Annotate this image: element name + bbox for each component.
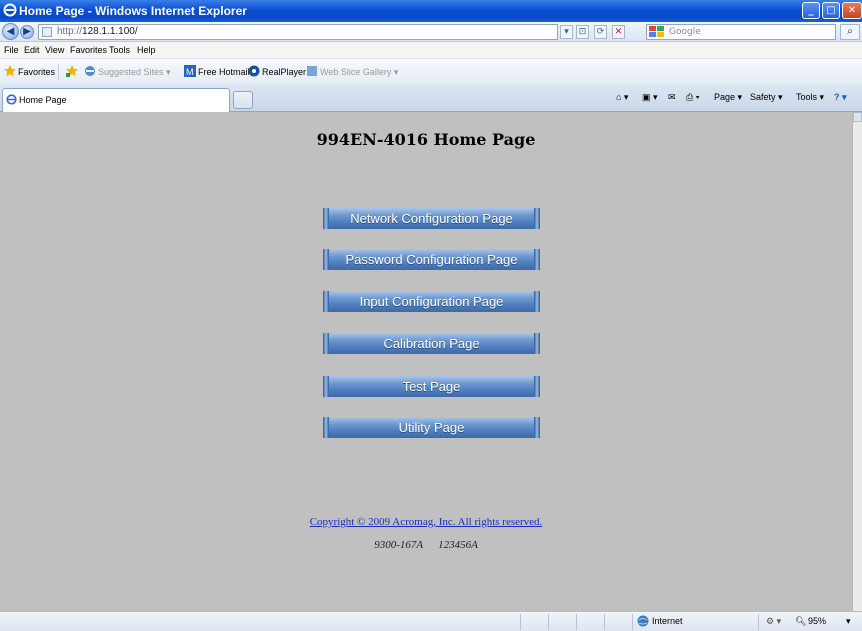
version-firmware: 9300-167A — [374, 539, 424, 551]
zoom-icon[interactable]: 🔍︎ — [795, 616, 806, 627]
realplayer-link[interactable]: RealPlayer — [262, 67, 306, 77]
suggested-sites-icon — [85, 66, 95, 76]
protected-mode-icon[interactable]: ⚙ ▾ — [766, 616, 781, 627]
tab-home-page[interactable]: Home Page — [2, 88, 230, 112]
google-icon — [649, 26, 664, 37]
web-slice-gallery-link[interactable]: Web Slice Gallery ▾ — [320, 67, 398, 78]
address-dropdown-button[interactable]: ▾ — [560, 25, 573, 39]
tab-row: Home Page ⌂ ▾ ▣ ▾ ✉ ⎙ ▾ Page ▾ Safety ▾ … — [0, 84, 862, 112]
free-hotmail-link[interactable]: Free Hotmail — [198, 67, 250, 77]
print-icon[interactable]: ⎙ ▾ — [686, 92, 699, 103]
minimize-button[interactable]: _ — [802, 2, 820, 19]
ie-page-icon — [6, 94, 17, 105]
version-info: 9300-167A 123456A — [0, 539, 852, 551]
compatibility-view-icon[interactable]: ⊡ — [576, 25, 589, 39]
refresh-icon[interactable]: ⟳ — [594, 25, 607, 39]
menu-view[interactable]: View — [45, 45, 64, 55]
feeds-icon[interactable]: ▣ ▾ — [642, 92, 658, 103]
network-configuration-button[interactable]: Network Configuration Page — [323, 208, 540, 229]
back-button[interactable]: ◀ — [2, 23, 19, 40]
search-icon[interactable]: ⌕ — [840, 24, 860, 40]
menu-favorites[interactable]: Favorites — [70, 45, 107, 55]
new-tab-button[interactable] — [233, 91, 253, 109]
calibration-button[interactable]: Calibration Page — [323, 333, 540, 354]
help-icon[interactable]: ? ▾ — [834, 92, 847, 103]
globe-icon — [637, 615, 649, 627]
maximize-button[interactable]: □ — [822, 2, 840, 19]
safety-menu[interactable]: Safety ▾ — [750, 92, 783, 103]
zoom-level[interactable]: 95% — [808, 616, 826, 626]
hotmail-icon: M — [184, 65, 196, 77]
close-button[interactable]: ✕ — [842, 2, 862, 19]
menu-edit[interactable]: Edit — [24, 45, 40, 55]
version-serial: 123456A — [438, 539, 478, 551]
svg-text:M: M — [186, 67, 194, 77]
read-mail-icon[interactable]: ✉ — [668, 92, 676, 103]
forward-button[interactable]: ▶ — [20, 25, 34, 39]
security-zone: Internet — [652, 616, 683, 626]
menu-bar: File Edit View Favorites Tools Help — [0, 42, 862, 58]
password-configuration-button[interactable]: Password Configuration Page — [323, 249, 540, 270]
window-title: Home Page - Windows Internet Explorer — [19, 4, 247, 18]
address-input[interactable]: http://128.1.1.100/ — [38, 24, 558, 40]
stop-icon[interactable]: ✕ — [612, 25, 625, 39]
copyright-link[interactable]: Copyright © 2009 Acromag, Inc. All right… — [0, 516, 852, 528]
vertical-scrollbar[interactable] — [852, 112, 862, 611]
suggested-sites-link[interactable]: Suggested Sites ▾ — [98, 67, 171, 78]
test-button[interactable]: Test Page — [323, 376, 540, 397]
page-menu[interactable]: Page ▾ — [714, 92, 742, 103]
page-title: 994EN-4016 Home Page — [316, 130, 536, 149]
menu-help[interactable]: Help — [137, 45, 156, 55]
window-titlebar: Home Page - Windows Internet Explorer _ … — [0, 0, 862, 22]
web-slice-icon — [307, 66, 317, 76]
menu-tools[interactable]: Tools — [109, 45, 130, 55]
home-icon[interactable]: ⌂ ▾ — [616, 92, 628, 103]
add-favorite-icon[interactable] — [66, 65, 78, 77]
realplayer-icon — [248, 65, 260, 77]
page-content: 994EN-4016 Home Page Network Configurati… — [0, 112, 852, 611]
favorites-bar: Favorites Suggested Sites ▾ M Free Hotma… — [0, 58, 862, 84]
favorites-star-icon — [4, 65, 16, 77]
utility-button[interactable]: Utility Page — [323, 417, 540, 438]
address-toolbar: ◀ ▶ http://128.1.1.100/ ▾ ⊡ ⟳ ✕ Google ⌕ — [0, 22, 862, 42]
favorites-button[interactable]: Favorites — [18, 67, 55, 77]
search-input[interactable]: Google — [646, 24, 836, 40]
page-icon — [42, 27, 52, 37]
input-configuration-button[interactable]: Input Configuration Page — [323, 291, 540, 312]
ie-icon — [3, 3, 17, 17]
status-bar: Internet ⚙ ▾ 🔍︎ 95% ▾ — [0, 611, 862, 631]
tools-menu[interactable]: Tools ▾ — [796, 92, 824, 103]
zoom-dropdown-icon[interactable]: ▾ — [846, 616, 851, 627]
menu-file[interactable]: File — [4, 45, 19, 55]
favbar-separator — [58, 64, 59, 80]
scroll-up-icon[interactable] — [853, 112, 862, 122]
